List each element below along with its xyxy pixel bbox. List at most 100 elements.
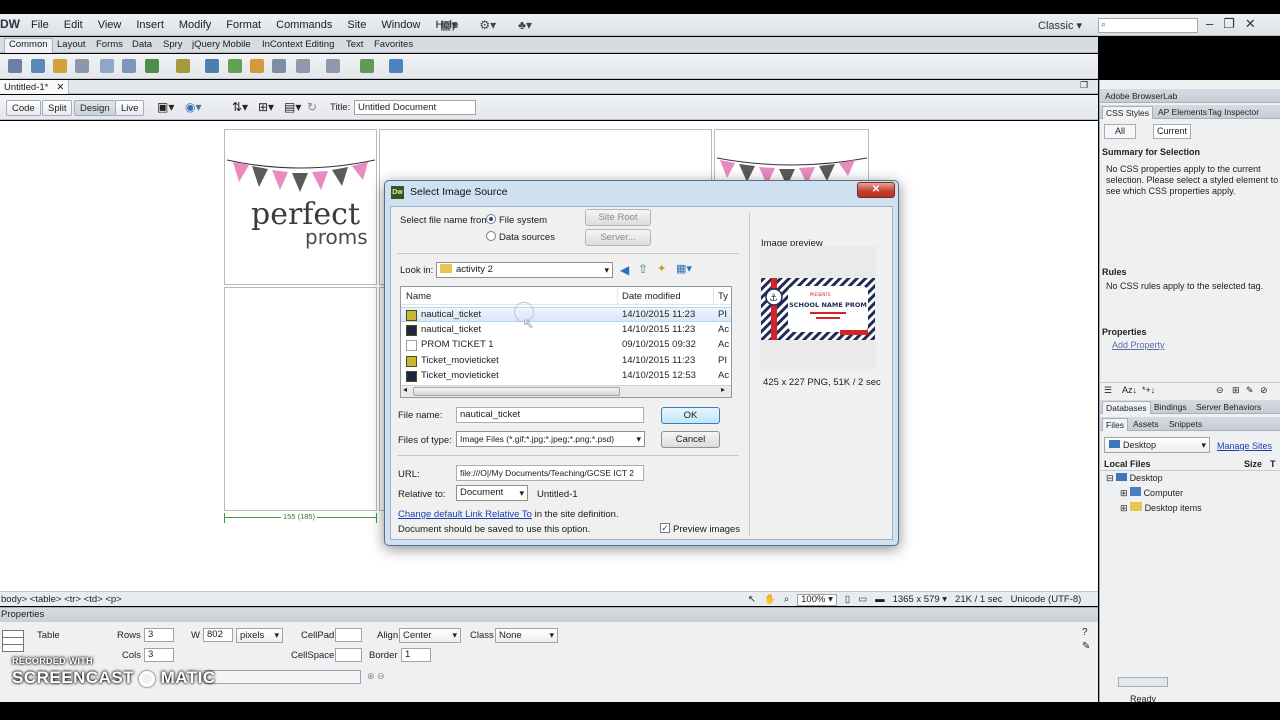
hyperlink-icon[interactable] bbox=[8, 59, 22, 73]
name-column-header[interactable]: Name bbox=[406, 291, 431, 302]
tab-databases[interactable]: Databases bbox=[1102, 401, 1151, 414]
table-cell[interactable]: perfect proms bbox=[224, 129, 377, 285]
width-input[interactable]: 802 bbox=[203, 628, 233, 642]
tab-jquery-mobile[interactable]: jQuery Mobile bbox=[192, 39, 251, 50]
menu-edit[interactable]: Edit bbox=[64, 19, 83, 31]
scroll-right-icon[interactable]: ▸ bbox=[721, 385, 725, 394]
tab-files[interactable]: Files bbox=[1102, 418, 1128, 431]
new-folder-icon[interactable]: ✦ bbox=[657, 262, 666, 275]
help-search-input[interactable]: ⌕ bbox=[1098, 18, 1198, 33]
layout-icon[interactable]: ▦▾ bbox=[440, 18, 457, 32]
named-anchor-icon[interactable] bbox=[53, 59, 67, 73]
view-menu-icon[interactable]: ▦▾ bbox=[676, 262, 692, 275]
w3c-validation-icon[interactable]: ⊞▾ bbox=[258, 100, 274, 114]
widget-icon[interactable] bbox=[205, 59, 219, 73]
properties-header[interactable]: Properties bbox=[0, 608, 1098, 622]
tablet-size-icon[interactable]: ▭ bbox=[858, 594, 867, 605]
cancel-button[interactable]: Cancel bbox=[661, 431, 720, 448]
data-sources-radio[interactable] bbox=[486, 231, 496, 241]
close-icon[interactable]: ✕ bbox=[1245, 16, 1256, 32]
border-input[interactable]: 1 bbox=[401, 648, 431, 662]
window-size-display[interactable]: 1365 x 579 ▾ bbox=[893, 594, 947, 605]
email-link-icon[interactable] bbox=[31, 59, 45, 73]
look-in-select[interactable]: activity 2 bbox=[436, 262, 613, 278]
all-mode-button[interactable]: All bbox=[1104, 124, 1136, 139]
up-folder-icon[interactable]: ⇧ bbox=[638, 262, 648, 276]
tab-layout[interactable]: Layout bbox=[57, 39, 86, 50]
tab-spry[interactable]: Spry bbox=[163, 39, 183, 50]
scroll-thumb[interactable] bbox=[413, 387, 620, 396]
server-side-include-icon[interactable] bbox=[250, 59, 264, 73]
tab-css-styles[interactable]: CSS Styles bbox=[1102, 106, 1153, 119]
attach-stylesheet-icon[interactable]: ⊝ bbox=[1216, 385, 1224, 396]
cellpad-input[interactable] bbox=[335, 628, 362, 642]
ok-button[interactable]: OK bbox=[661, 407, 720, 424]
desktop-size-icon[interactable]: ▬ bbox=[875, 594, 885, 605]
align-select[interactable]: Center bbox=[399, 628, 461, 643]
current-mode-button[interactable]: Current bbox=[1153, 124, 1191, 139]
site-icon[interactable]: ♣▾ bbox=[518, 18, 532, 32]
split-view-button[interactable]: Split bbox=[42, 100, 73, 116]
disable-icon[interactable]: ⊘ bbox=[1260, 385, 1268, 396]
manage-sites-link[interactable]: Manage Sites bbox=[1217, 441, 1272, 452]
zoom-select[interactable]: 100% ▾ bbox=[797, 593, 837, 606]
menu-format[interactable]: Format bbox=[226, 19, 261, 31]
document-title-input[interactable]: Untitled Document bbox=[354, 100, 476, 115]
menu-modify[interactable]: Modify bbox=[179, 19, 211, 31]
horizontal-rule-icon[interactable] bbox=[75, 59, 89, 73]
workspace-switcher[interactable]: Classic ▾ bbox=[1038, 19, 1082, 32]
show-set-properties-icon[interactable]: *+↓ bbox=[1142, 385, 1155, 395]
design-view-button[interactable]: Design bbox=[74, 100, 116, 116]
menu-commands[interactable]: Commands bbox=[276, 19, 332, 31]
scroll-left-icon[interactable]: ◂ bbox=[403, 385, 407, 394]
quick-tag-editor-icon[interactable]: ✎ bbox=[1082, 641, 1090, 652]
div-icon[interactable] bbox=[122, 59, 136, 73]
table-options-icon[interactable]: ⊕ ⊖ bbox=[367, 671, 385, 682]
file-list-scrollbar[interactable]: ◂ ▸ bbox=[401, 385, 731, 397]
tab-data[interactable]: Data bbox=[132, 39, 152, 50]
show-category-icon[interactable]: ☰ bbox=[1104, 385, 1112, 396]
file-row[interactable]: Ticket_movieticket 14/10/2015 11:23 PI bbox=[401, 354, 731, 369]
script-icon[interactable] bbox=[326, 59, 340, 73]
file-row[interactable]: nautical_ticket 14/10/2015 11:23 Ac bbox=[401, 323, 731, 338]
tab-text[interactable]: Text bbox=[346, 39, 363, 50]
mobile-size-icon[interactable]: ▯ bbox=[845, 594, 850, 605]
tab-tag-inspector[interactable]: Tag Inspector bbox=[1205, 106, 1262, 119]
new-css-rule-icon[interactable]: ⊞ bbox=[1232, 385, 1240, 396]
restore-icon[interactable]: ❐ bbox=[1223, 16, 1235, 32]
tree-item-desktop-items[interactable]: ⊞ Desktop items bbox=[1120, 502, 1202, 514]
tree-item-desktop[interactable]: ⊟ Desktop bbox=[1106, 473, 1163, 484]
back-icon[interactable]: ◀ bbox=[620, 263, 629, 277]
live-view-button[interactable]: Live bbox=[115, 100, 145, 116]
media-icon[interactable] bbox=[176, 59, 190, 73]
close-tab-icon[interactable]: ✕ bbox=[56, 82, 64, 93]
change-default-link[interactable]: Change default Link Relative To bbox=[398, 509, 532, 520]
cellspace-input[interactable] bbox=[335, 648, 362, 662]
dialog-close-button[interactable]: ✕ bbox=[857, 182, 895, 198]
document-tab[interactable]: Untitled-1* ✕ bbox=[0, 80, 70, 94]
width-unit-select[interactable]: pixels bbox=[236, 628, 283, 643]
menu-window[interactable]: Window bbox=[381, 19, 420, 31]
add-property-link[interactable]: Add Property bbox=[1112, 340, 1165, 351]
refresh-icon[interactable]: ↻ bbox=[307, 100, 317, 114]
url-input[interactable]: file:///O|/My Documents/Teaching/GCSE IC… bbox=[456, 465, 644, 481]
edit-rule-icon[interactable]: ✎ bbox=[1246, 385, 1254, 396]
zoom-tool-icon[interactable]: ⌕ bbox=[784, 594, 789, 605]
gear-icon[interactable]: ⚙▾ bbox=[479, 18, 496, 32]
file-name-input[interactable]: nautical_ticket bbox=[456, 407, 644, 423]
select-tool-icon[interactable]: ↖ bbox=[748, 594, 756, 605]
size-column[interactable]: Size bbox=[1244, 459, 1262, 469]
table-id-input[interactable] bbox=[204, 670, 361, 684]
minimize-icon[interactable]: – bbox=[1206, 16, 1213, 32]
templates-icon[interactable] bbox=[360, 59, 374, 73]
date-column-header[interactable]: Date modified bbox=[622, 291, 681, 302]
file-row[interactable]: nautical_ticket 14/10/2015 11:23 PI bbox=[401, 307, 731, 322]
head-icon[interactable] bbox=[296, 59, 310, 73]
help-icon[interactable]: ? bbox=[1082, 627, 1088, 638]
type-column-header[interactable]: Ty bbox=[718, 291, 728, 302]
relative-to-select[interactable]: Document bbox=[456, 485, 528, 501]
tab-ap-elements[interactable]: AP Elements bbox=[1155, 106, 1210, 119]
tag-selector[interactable]: body> <table> <tr> <td> <p> bbox=[1, 594, 122, 605]
tab-favorites[interactable]: Favorites bbox=[374, 39, 413, 50]
menu-insert[interactable]: Insert bbox=[136, 19, 164, 31]
